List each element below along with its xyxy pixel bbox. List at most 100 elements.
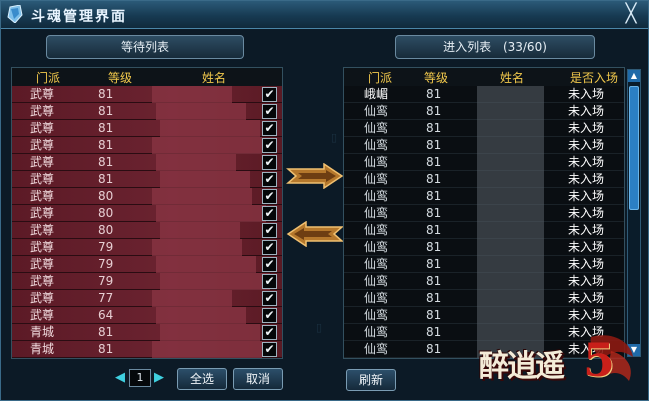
row-sect: 仙鸾 <box>364 223 389 237</box>
entered-list-row[interactable]: 仙鸾 81 未入场 <box>344 205 624 222</box>
game-logo: 醉逍遥 5 <box>471 331 641 395</box>
entered-list-row[interactable]: 仙鸾 81 未入场 <box>344 222 624 239</box>
row-name-redacted <box>477 120 544 137</box>
waiting-list-row[interactable]: 武尊 80 ✔ <box>12 222 282 239</box>
row-name-redacted <box>477 239 544 256</box>
close-button[interactable]: ╳ <box>622 5 640 23</box>
row-checkbox[interactable]: ✔ <box>262 223 277 238</box>
row-checkbox[interactable]: ✔ <box>262 138 277 153</box>
row-status: 未入场 <box>568 189 605 203</box>
row-level: 77 <box>98 291 114 305</box>
row-level: 81 <box>426 291 442 305</box>
entered-list-row[interactable]: 仙鸾 81 未入场 <box>344 120 624 137</box>
waiting-list-row[interactable]: 武尊 80 ✔ <box>12 205 282 222</box>
row-level: 81 <box>426 240 442 254</box>
scroll-up-icon[interactable]: ▲ <box>628 70 640 82</box>
row-checkbox[interactable]: ✔ <box>262 189 277 204</box>
title-bar[interactable]: 斗魂管理界面 ╳ <box>1 1 648 29</box>
entered-list-row[interactable]: 仙鸾 81 未入场 <box>344 188 624 205</box>
refresh-button[interactable]: 刷新 <box>346 369 396 391</box>
waiting-list-row[interactable]: 武尊 79 ✔ <box>12 273 282 290</box>
row-name-redacted <box>156 256 256 273</box>
column-name: 姓名 <box>500 71 525 85</box>
waiting-list-row[interactable]: 武尊 80 ✔ <box>12 188 282 205</box>
row-level: 81 <box>98 155 114 169</box>
row-checkbox[interactable]: ✔ <box>262 274 277 289</box>
row-level: 81 <box>426 155 442 169</box>
entered-list-row[interactable]: 仙鸾 81 未入场 <box>344 239 624 256</box>
entered-list-scrollbar[interactable]: ▲ ▼ <box>627 69 641 357</box>
waiting-list-row[interactable]: 武尊 77 ✔ <box>12 290 282 307</box>
row-name-redacted <box>160 273 270 290</box>
row-sect: 武尊 <box>30 291 55 305</box>
waiting-list-row[interactable]: 武尊 81 ✔ <box>12 154 282 171</box>
waiting-list-row[interactable]: 武尊 81 ✔ <box>12 171 282 188</box>
entered-list-row[interactable]: 仙鸾 81 未入场 <box>344 290 624 307</box>
row-checkbox[interactable]: ✔ <box>262 342 277 357</box>
waiting-list-row[interactable]: 武尊 81 ✔ <box>12 120 282 137</box>
row-sect: 仙鸾 <box>364 274 389 288</box>
row-name-redacted <box>156 307 246 324</box>
entered-list-row[interactable]: 峨嵋 81 未入场 <box>344 86 624 103</box>
waiting-list-row[interactable]: 武尊 81 ✔ <box>12 86 282 103</box>
row-checkbox[interactable]: ✔ <box>262 308 277 323</box>
row-checkbox[interactable]: ✔ <box>262 325 277 340</box>
prev-page-icon[interactable]: ◀ <box>115 370 125 385</box>
row-name-redacted <box>152 86 232 103</box>
row-level: 81 <box>98 172 114 186</box>
entered-list-row[interactable]: 仙鸾 81 未入场 <box>344 103 624 120</box>
waiting-list-row[interactable]: 武尊 81 ✔ <box>12 137 282 154</box>
row-checkbox[interactable]: ✔ <box>262 87 277 102</box>
logo-text: 醉逍遥 <box>479 349 565 384</box>
row-level: 81 <box>426 308 442 322</box>
row-checkbox[interactable]: ✔ <box>262 172 277 187</box>
row-checkbox[interactable]: ✔ <box>262 291 277 306</box>
column-level: 等级 <box>108 71 133 85</box>
row-sect: 武尊 <box>30 308 55 322</box>
row-status: 未入场 <box>568 155 605 169</box>
row-checkbox[interactable]: ✔ <box>262 155 277 170</box>
row-checkbox[interactable]: ✔ <box>262 240 277 255</box>
row-checkbox[interactable]: ✔ <box>262 104 277 119</box>
entered-list-row[interactable]: 仙鸾 81 未入场 <box>344 154 624 171</box>
entered-list-row[interactable]: 仙鸾 81 未入场 <box>344 137 624 154</box>
entered-list-row[interactable]: 仙鸾 81 未入场 <box>344 171 624 188</box>
row-checkbox[interactable]: ✔ <box>262 257 277 272</box>
row-level: 79 <box>98 274 114 288</box>
entered-list-title: 进入列表 <box>443 40 492 54</box>
row-level: 81 <box>98 138 114 152</box>
row-sect: 武尊 <box>30 104 55 118</box>
row-status: 未入场 <box>568 291 605 305</box>
select-all-button[interactable]: 全选 <box>177 368 227 390</box>
waiting-list-row[interactable]: 青城 81 ✔ <box>12 341 282 358</box>
move-right-arrow-icon[interactable] <box>286 163 344 189</box>
row-status: 未入场 <box>568 240 605 254</box>
move-left-arrow-icon[interactable] <box>286 221 344 247</box>
row-name-redacted <box>477 273 544 290</box>
row-checkbox[interactable]: ✔ <box>262 206 277 221</box>
row-checkbox[interactable]: ✔ <box>262 121 277 136</box>
cancel-button[interactable]: 取消 <box>233 368 283 390</box>
next-page-icon[interactable]: ▶ <box>154 370 164 385</box>
entered-list-row[interactable]: 仙鸾 81 未入场 <box>344 307 624 324</box>
row-sect: 青城 <box>30 325 55 339</box>
page-number[interactable]: 1 <box>129 369 151 387</box>
row-name-redacted <box>156 103 246 120</box>
waiting-list-row[interactable]: 武尊 79 ✔ <box>12 239 282 256</box>
row-status: 未入场 <box>568 138 605 152</box>
entered-list-row[interactable]: 仙鸾 81 未入场 <box>344 273 624 290</box>
entered-list-row[interactable]: 仙鸾 81 未入场 <box>344 256 624 273</box>
entered-list-header: 进入列表 (33/60) <box>395 35 595 59</box>
waiting-list-row[interactable]: 青城 81 ✔ <box>12 324 282 341</box>
row-level: 81 <box>98 121 114 135</box>
row-sect: 武尊 <box>30 206 55 220</box>
row-status: 未入场 <box>568 308 605 322</box>
waiting-list-row[interactable]: 武尊 64 ✔ <box>12 307 282 324</box>
waiting-list-row[interactable]: 武尊 81 ✔ <box>12 103 282 120</box>
waiting-list-row[interactable]: 武尊 79 ✔ <box>12 256 282 273</box>
scroll-thumb[interactable] <box>629 86 639 210</box>
row-sect: 仙鸾 <box>364 291 389 305</box>
row-sect: 武尊 <box>30 87 55 101</box>
row-name-redacted <box>156 154 236 171</box>
row-status: 未入场 <box>568 274 605 288</box>
